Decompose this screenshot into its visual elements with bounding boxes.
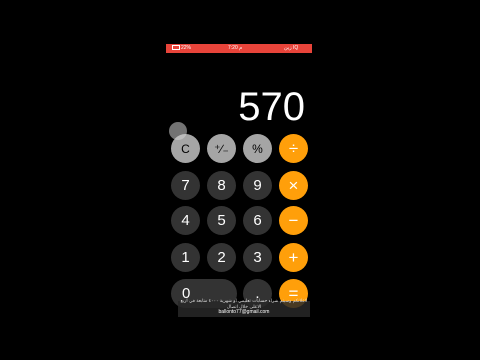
status-bar: 22% 7:20 م زين IQ <box>166 44 312 53</box>
percent-button[interactable]: % <box>243 134 272 163</box>
digit-7-button[interactable]: 7 <box>171 171 200 200</box>
digit-5-button[interactable]: 5 <box>207 206 236 235</box>
digit-3-button[interactable]: 3 <box>243 243 272 272</box>
carrier: زين IQ <box>284 45 299 51</box>
battery-status: 22% <box>172 44 191 53</box>
digit-9-button[interactable]: 9 <box>243 171 272 200</box>
digit-4-button[interactable]: 4 <box>171 206 200 235</box>
clock: 7:20 م <box>228 45 243 51</box>
touch-indicator <box>169 122 187 140</box>
digit-2-button[interactable]: 2 <box>207 243 236 272</box>
digit-1-button[interactable]: 1 <box>171 243 200 272</box>
multiply-button[interactable]: × <box>279 171 308 200</box>
result-display: 570 <box>238 85 305 129</box>
digit-8-button[interactable]: 8 <box>207 171 236 200</box>
minus-button[interactable]: − <box>279 206 308 235</box>
divide-button[interactable]: ÷ <box>279 134 308 163</box>
digit-6-button[interactable]: 6 <box>243 206 272 235</box>
plus-button[interactable]: + <box>279 243 308 272</box>
battery-icon <box>172 45 180 51</box>
sign-toggle-button[interactable]: ⁺∕₋ <box>207 134 236 163</box>
ad-overlay-email: ballonto77@gmail.com <box>218 309 270 315</box>
